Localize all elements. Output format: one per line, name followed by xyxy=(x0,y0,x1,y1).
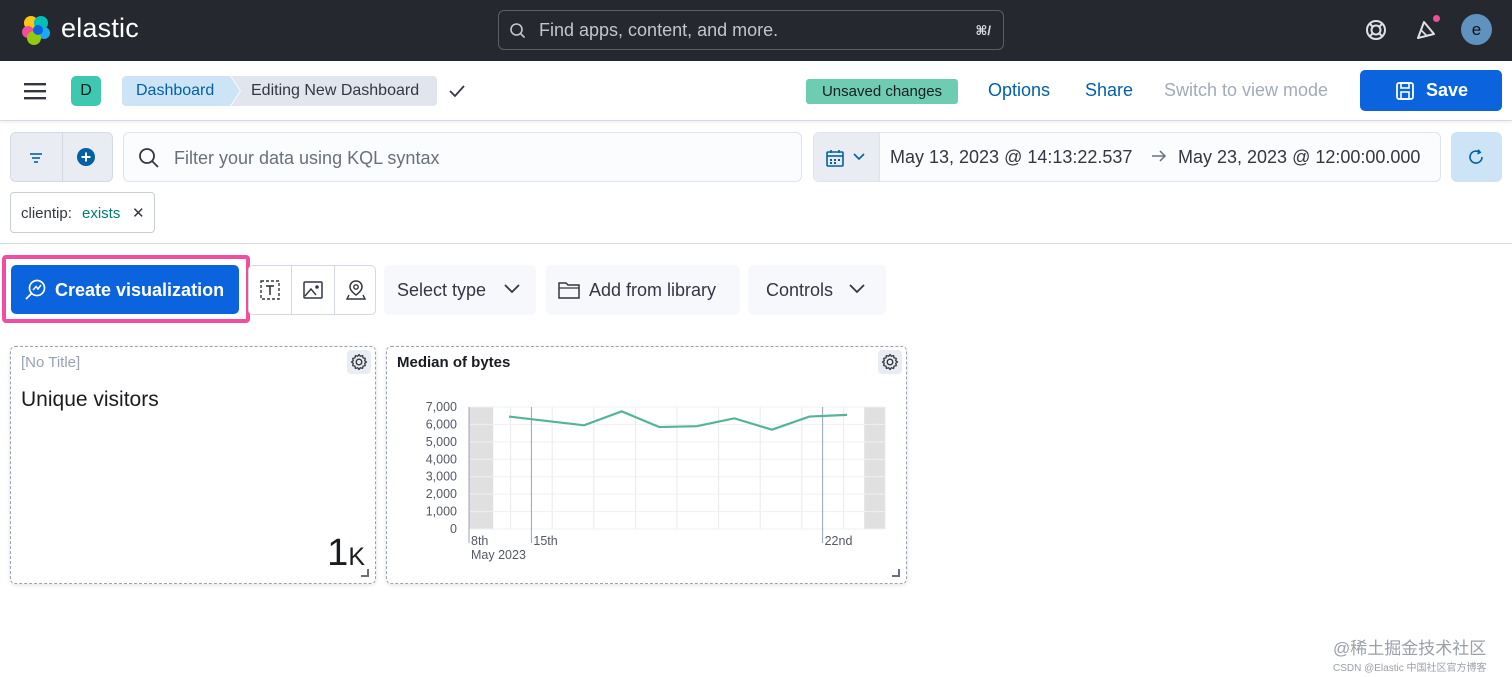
out-of-range-area xyxy=(469,407,494,529)
resize-handle[interactable] xyxy=(892,569,900,577)
notification-dot xyxy=(1431,13,1442,24)
date-picker: May 13, 2023 @ 14:13:22.537 May 23, 2023… xyxy=(813,132,1441,182)
gear-icon xyxy=(881,353,899,371)
breadcrumb-dashboard[interactable]: Dashboard xyxy=(122,76,240,106)
create-visualization-label: Create visualization xyxy=(55,280,225,300)
elastic-logo-icon[interactable] xyxy=(20,14,52,46)
search-placeholder: Find apps, content, and more. xyxy=(539,20,779,40)
metric-value: 1K xyxy=(327,532,365,575)
panel-header: Median of bytes xyxy=(387,347,906,379)
filter-controls xyxy=(10,132,113,182)
check-icon[interactable] xyxy=(447,81,467,101)
global-search-input[interactable]: Find apps, content, and more. ⌘/ xyxy=(498,10,1004,50)
add-filter-icon[interactable] xyxy=(76,147,96,167)
text-icon xyxy=(260,280,280,300)
y-tick-label: 6,000 xyxy=(426,417,457,431)
space-avatar[interactable]: D xyxy=(71,76,101,106)
metric-panel[interactable]: [No Title] Unique visitors 1K xyxy=(10,346,376,584)
lens-icon xyxy=(25,279,46,300)
select-type-button[interactable]: Select type xyxy=(384,265,536,315)
remove-filter-icon[interactable]: ✕ xyxy=(132,204,145,222)
options-link[interactable]: Options xyxy=(988,80,1050,101)
unsaved-changes-badge: Unsaved changes xyxy=(806,79,958,104)
divider xyxy=(0,243,1512,244)
kql-placeholder: Filter your data using KQL syntax xyxy=(174,148,440,168)
refresh-icon xyxy=(1469,149,1483,164)
series-line xyxy=(508,410,848,431)
y-tick-label: 4,000 xyxy=(426,452,457,466)
save-button[interactable]: Save xyxy=(1360,70,1502,111)
panel-options-button[interactable] xyxy=(878,350,902,374)
select-type-label: Select type xyxy=(397,280,487,300)
x-axis-sublabel: May 2023 xyxy=(471,548,526,562)
add-markdown-button[interactable] xyxy=(249,266,291,314)
chart-title: Median of bytes xyxy=(397,354,511,371)
filter-menu-icon[interactable] xyxy=(28,150,44,166)
brand-name[interactable]: elastic xyxy=(61,13,139,44)
share-link[interactable]: Share xyxy=(1085,80,1133,101)
folder-icon xyxy=(558,282,580,299)
chevron-down-icon xyxy=(849,284,865,294)
user-avatar[interactable]: e xyxy=(1461,14,1492,45)
x-tick-label: 22nd xyxy=(825,534,853,548)
calendar-icon xyxy=(826,150,844,167)
metric-suffix: K xyxy=(348,543,365,571)
out-of-range-area xyxy=(864,407,885,529)
global-header: elastic Find apps, content, and more. ⌘/… xyxy=(0,0,1512,61)
time-range-start[interactable]: May 13, 2023 @ 14:13:22.537 xyxy=(890,147,1132,168)
resize-handle[interactable] xyxy=(361,569,369,577)
y-tick-label: 2,000 xyxy=(426,487,457,501)
line-chart-panel[interactable]: Median of bytes 7,000 6,000 5,000 4,000 3,00… xyxy=(386,346,907,584)
filter-pill[interactable]: clientip: exists ✕ xyxy=(10,192,155,233)
save-icon xyxy=(1396,82,1414,100)
y-tick-label: 3,000 xyxy=(426,470,457,484)
y-tick-label: 5,000 xyxy=(426,435,457,449)
add-image-button[interactable] xyxy=(292,266,334,314)
y-tick-label: 0 xyxy=(450,522,457,536)
map-pin-icon xyxy=(345,280,367,300)
x-tick-label: 8th xyxy=(471,534,488,548)
refresh-button[interactable] xyxy=(1451,132,1502,182)
keyboard-shortcut: ⌘/ xyxy=(975,23,991,38)
watermark-text: @稀土掘金技术社区 xyxy=(1333,639,1487,658)
chevron-down-icon xyxy=(504,284,520,294)
chevron-down-icon xyxy=(853,153,865,161)
create-visualization-button[interactable]: Create visualization xyxy=(11,265,239,314)
controls-label: Controls xyxy=(766,280,834,300)
y-tick-label: 1,000 xyxy=(426,505,457,519)
filter-field: clientip: xyxy=(21,205,72,222)
quick-add-group xyxy=(248,265,376,315)
panel-options-button[interactable] xyxy=(347,350,371,374)
image-icon xyxy=(303,281,323,299)
controls-button[interactable]: Controls xyxy=(748,265,886,315)
gear-icon xyxy=(350,353,368,371)
arrow-right-icon xyxy=(1152,150,1167,162)
add-from-library-label: Add from library xyxy=(589,280,717,300)
time-range-end[interactable]: May 23, 2023 @ 12:00:00.000 xyxy=(1178,147,1420,168)
panel-title: [No Title] xyxy=(21,354,81,371)
add-map-button[interactable] xyxy=(335,266,377,314)
search-icon xyxy=(139,148,159,168)
breadcrumb-current: Editing New Dashboard xyxy=(231,76,437,106)
metric-label: Unique visitors xyxy=(21,388,159,411)
divider xyxy=(62,133,63,181)
help-icon[interactable] xyxy=(1362,16,1390,44)
x-tick-label: 15th xyxy=(533,534,557,548)
search-icon xyxy=(510,23,526,39)
switch-to-view-mode-link[interactable]: Switch to view mode xyxy=(1164,80,1328,101)
panel-header: [No Title] xyxy=(11,347,375,379)
line-chart: 7,000 6,000 5,000 4,000 3,000 2,000 1,000 0 8th 1… xyxy=(426,400,886,562)
metric-number: 1 xyxy=(327,532,349,574)
quick-select-button[interactable] xyxy=(814,133,880,181)
save-label: Save xyxy=(1426,80,1469,100)
y-tick-label: 7,000 xyxy=(426,400,457,414)
hamburger-menu-icon[interactable] xyxy=(22,80,48,102)
filter-operator: exists xyxy=(82,205,121,222)
add-from-library-button[interactable]: Add from library xyxy=(546,265,740,315)
kql-search-input[interactable]: Filter your data using KQL syntax xyxy=(123,132,802,182)
watermark-subtext: CSDN @Elastic 中国社区官方博客 xyxy=(1333,663,1487,674)
